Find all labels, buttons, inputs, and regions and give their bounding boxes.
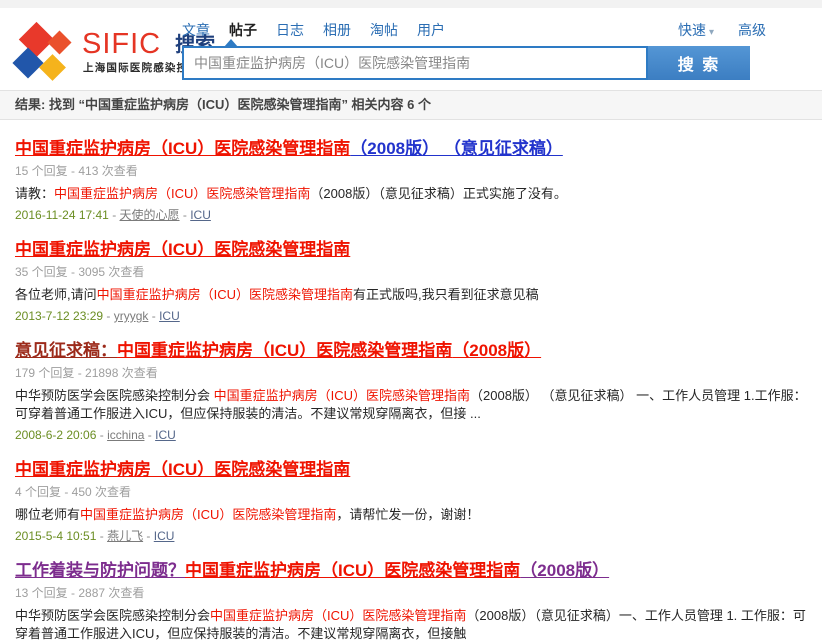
search-result: 中国重症监护病房（ICU）医院感染管理指南（2008版） （意见征求稿） 15 … [15, 138, 807, 224]
separator: - [109, 208, 120, 222]
result-title-suffix: （2008版） [452, 341, 541, 360]
result-forum-link[interactable]: ICU [159, 309, 180, 323]
tab-posts[interactable]: 帖子 [229, 20, 257, 40]
logo-diamonds-icon [14, 26, 78, 82]
separator: - [144, 428, 155, 442]
result-footer: 2013-7-12 23:29 - yryygk - ICU [15, 308, 807, 325]
result-forum-link[interactable]: ICU [154, 529, 175, 543]
logo-diamond-orange-icon [47, 30, 71, 54]
result-title-link[interactable]: 中国重症监护病房（ICU）医院感染管理指南 [15, 459, 807, 480]
result-snippet: 中华预防医学会医院感染控制分会 中国重症监护病房（ICU）医院感染管理指南（20… [15, 387, 807, 423]
tab-albums[interactable]: 相册 [323, 20, 351, 40]
snippet-text: 中华预防医学会医院感染控制分会 [15, 388, 214, 403]
separator: - [96, 428, 107, 442]
search-button[interactable]: 搜 索 [648, 46, 750, 80]
result-meta: 4 个回复 - 450 次查看 [15, 484, 807, 501]
quick-search-dropdown[interactable]: 快速▾ [678, 20, 714, 40]
result-title-highlight: 中国重症监护病房（ICU）医院感染管理指南 [117, 341, 452, 360]
brand-name: SIFIC [82, 28, 161, 60]
result-snippet: 请教：中国重症监护病房（ICU）医院感染管理指南（2008版）（意见征求稿）正式… [15, 185, 807, 203]
quick-search-label: 快速 [678, 22, 706, 38]
search-result: 中国重症监护病房（ICU）医院感染管理指南 4 个回复 - 450 次查看 哪位… [15, 459, 807, 545]
result-title-link[interactable]: 中国重症监护病房（ICU）医院感染管理指南 [15, 239, 807, 260]
tab-collections[interactable]: 淘帖 [370, 20, 398, 40]
search-result: 工作着装与防护问题？中国重症监护病房（ICU）医院感染管理指南（2008版） 1… [15, 560, 807, 643]
result-meta: 13 个回复 - 2887 次查看 [15, 585, 807, 602]
active-tab-notch [224, 39, 238, 47]
separator: - [96, 529, 107, 543]
snippet-text: 哪位老师有 [15, 507, 80, 522]
result-title-link[interactable]: 中国重症监护病房（ICU）医院感染管理指南（2008版） （意见征求稿） [15, 138, 807, 159]
snippet-highlight: 中国重症监护病房（ICU）医院感染管理指南 [210, 608, 466, 623]
result-snippet: 哪位老师有中国重症监护病房（ICU）医院感染管理指南，请帮忙发一份，谢谢！ [15, 506, 807, 524]
snippet-highlight: 中国重症监护病房（ICU）医院感染管理指南 [54, 186, 310, 201]
tab-articles[interactable]: 文章 [182, 20, 210, 40]
advanced-search-link[interactable]: 高级 [738, 20, 766, 40]
snippet-text: 各位老师,请问 [15, 287, 97, 302]
result-footer: 2015-5-4 10:51 - 燕儿飞 - ICU [15, 528, 807, 545]
result-date: 2016-11-24 17:41 [15, 208, 109, 222]
header-right-links: 快速▾ 高级 [678, 20, 766, 40]
results-summary-bar: 结果: 找到 “中国重症监护病房（ICU）医院感染管理指南” 相关内容 6 个 [0, 90, 822, 120]
snippet-text: 请教： [15, 186, 54, 201]
result-date: 2008-6-2 20:06 [15, 428, 96, 442]
search-result: 意见征求稿：中国重症监护病房（ICU）医院感染管理指南（2008版） 179 个… [15, 340, 807, 444]
header: SIFIC搜索 上海国际医院感染控制论坛 文章 帖子 日志 相册 淘帖 用户 快… [0, 8, 822, 90]
snippet-text: ，请帮忙发一份，谢谢！ [336, 507, 479, 522]
result-title-suffix: （2008版） （意见征求稿） [350, 139, 563, 158]
result-title-prefix: 工作着装与防护问题？ [15, 561, 185, 580]
search-result: 中国重症监护病房（ICU）医院感染管理指南 35 个回复 - 3095 次查看 … [15, 239, 807, 325]
result-snippet: 各位老师,请问中国重症监护病房（ICU）医院感染管理指南有正式版吗,我只看到征求… [15, 286, 807, 304]
result-title-link[interactable]: 工作着装与防护问题？中国重症监护病房（ICU）医院感染管理指南（2008版） [15, 560, 807, 581]
logo-diamond-yellow-icon [39, 54, 66, 81]
snippet-highlight: 中国重症监护病房（ICU）医院感染管理指南 [80, 507, 336, 522]
tab-blogs[interactable]: 日志 [276, 20, 304, 40]
result-meta: 15 个回复 - 413 次查看 [15, 163, 807, 180]
search-type-tabs: 文章 帖子 日志 相册 淘帖 用户 [182, 20, 445, 40]
result-snippet: 中华预防医学会医院感染控制分会中国重症监护病房（ICU）医院感染管理指南（200… [15, 607, 807, 643]
result-meta: 179 个回复 - 21898 次查看 [15, 365, 807, 382]
result-date: 2013-7-12 23:29 [15, 309, 103, 323]
tab-users[interactable]: 用户 [417, 20, 445, 40]
result-forum-link[interactable]: ICU [155, 428, 176, 442]
snippet-text: （2008版）（意见征求稿）正式实施了没有。 [310, 186, 566, 201]
result-author-link[interactable]: yryygk [114, 309, 149, 323]
result-title-highlight: 中国重症监护病房（ICU）医院感染管理指南 [15, 240, 350, 259]
result-title-highlight: 中国重症监护病房（ICU）医院感染管理指南 [15, 139, 350, 158]
result-title-suffix: （2008版） [520, 561, 609, 580]
search-input[interactable] [184, 48, 646, 78]
result-date: 2015-5-4 10:51 [15, 529, 96, 543]
result-footer: 2016-11-24 17:41 - 天使的心愿 - ICU [15, 207, 807, 224]
result-title-highlight: 中国重症监护病房（ICU）医院感染管理指南 [15, 460, 350, 479]
result-title-highlight: 中国重症监护病房（ICU）医院感染管理指南 [185, 561, 520, 580]
separator: - [148, 309, 159, 323]
top-strip [0, 0, 822, 8]
result-footer: 2008-6-2 20:06 - icchina - ICU [15, 427, 807, 444]
result-forum-link[interactable]: ICU [190, 208, 211, 222]
snippet-highlight: 中国重症监护病房（ICU）医院感染管理指南 [97, 287, 353, 302]
result-author-link[interactable]: 天使的心愿 [120, 208, 180, 222]
results-list: 中国重症监护病房（ICU）医院感染管理指南（2008版） （意见征求稿） 15 … [0, 120, 822, 643]
snippet-text: 中华预防医学会医院感染控制分会 [15, 608, 210, 623]
result-author-link[interactable]: icchina [107, 428, 144, 442]
separator: - [143, 529, 154, 543]
result-meta: 35 个回复 - 3095 次查看 [15, 264, 807, 281]
snippet-text: 有正式版吗,我只看到征求意见稿 [353, 287, 539, 302]
separator: - [180, 208, 191, 222]
chevron-down-icon: ▾ [709, 27, 714, 38]
result-author-link[interactable]: 燕儿飞 [107, 529, 143, 543]
separator: - [103, 309, 114, 323]
result-title-prefix: 意见征求稿： [15, 341, 117, 360]
result-title-link[interactable]: 意见征求稿：中国重症监护病房（ICU）医院感染管理指南（2008版） [15, 340, 807, 361]
snippet-highlight: 中国重症监护病房（ICU）医院感染管理指南 [214, 388, 470, 403]
search-box [182, 46, 648, 80]
search-bar: 搜 索 [182, 46, 750, 80]
